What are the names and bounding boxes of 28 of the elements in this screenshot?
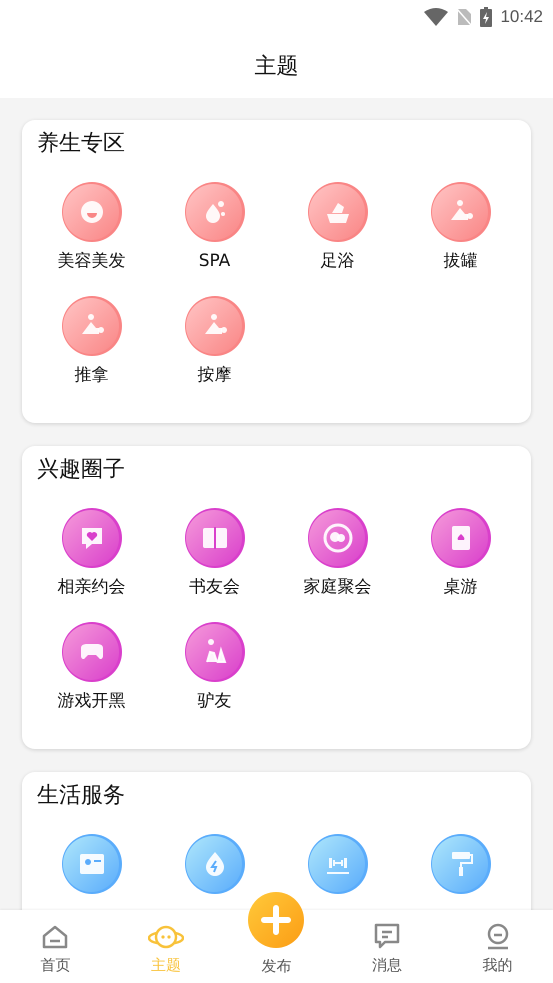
topic-label[interactable]: 美容美发 [58,251,126,271]
topic-label[interactable]: 游戏开黑 [58,691,126,711]
topic-label[interactable]: SPA [198,251,230,271]
topic-label[interactable]: 书友会 [189,577,240,597]
topic-label[interactable]: 推拿 [74,365,108,385]
clock-time: 10:42 [500,7,543,27]
wifi-icon [424,8,448,26]
topic-label[interactable]: 家庭聚会 [304,577,372,597]
topic-label[interactable]: 桌游 [444,577,478,597]
publish-tab[interactable]: 发布 [261,957,292,975]
section-title: 兴趣圈子 [37,456,126,484]
section-title: 生活服务 [37,782,126,810]
message-icon [373,922,402,950]
planet-icon [148,924,184,950]
no-sim-icon [456,8,472,26]
nav-tab[interactable]: 首页 [0,910,111,983]
topic-label[interactable]: 相亲约会 [58,577,126,597]
topic-label[interactable]: 足浴 [320,251,354,271]
topic-label[interactable]: 按摩 [198,365,232,385]
nav-tab[interactable]: 我的 [442,910,553,983]
page-title: 主题 [254,53,298,81]
publish-button[interactable] [248,892,304,948]
topic-label[interactable]: 拔罐 [444,251,478,271]
nav-tab[interactable]: 消息 [332,910,442,983]
section-title: 养生专区 [37,130,126,158]
home-icon [41,924,70,950]
battery-charging-icon [480,7,492,27]
topic-label[interactable]: 驴友 [198,691,232,711]
